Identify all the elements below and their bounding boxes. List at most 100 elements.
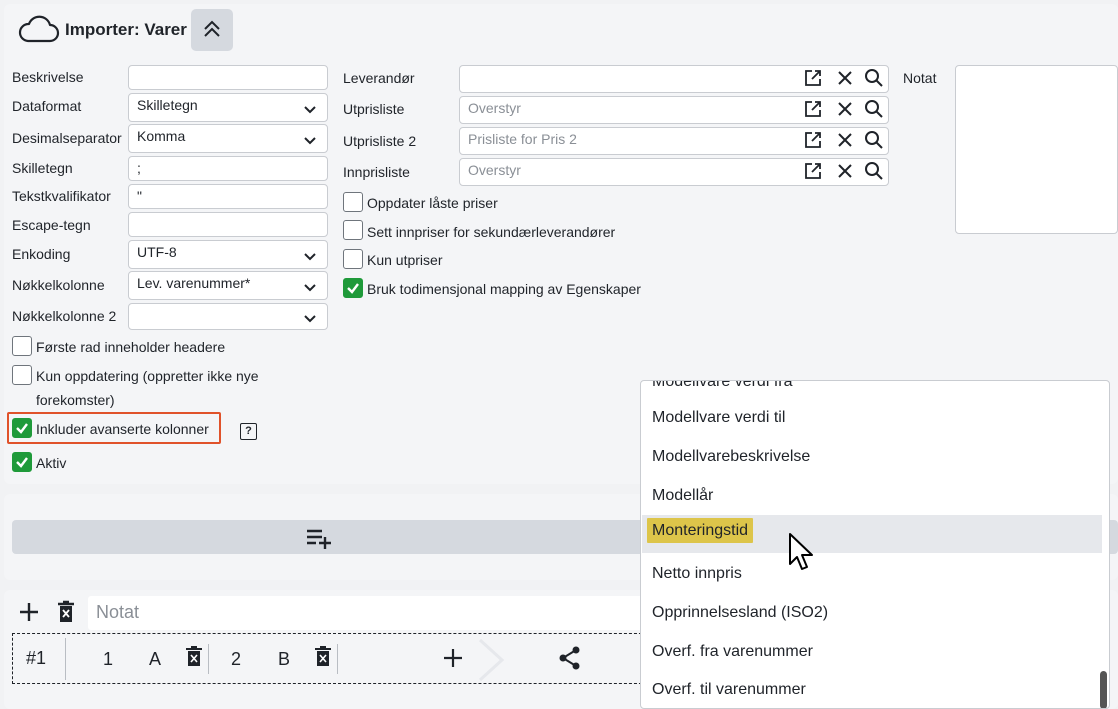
- clear-icon[interactable]: [835, 99, 855, 122]
- label-notat: Notat: [903, 70, 937, 86]
- utprisliste-2-placeholder: Prisliste for Pris 2: [468, 131, 577, 147]
- nokkelkolonne-2-select[interactable]: [128, 303, 328, 330]
- clear-icon[interactable]: [835, 161, 855, 184]
- kun-utpriser-label: Kun utpriser: [367, 252, 443, 268]
- page-title: Importer: Varer: [65, 20, 187, 39]
- search-icon[interactable]: [864, 68, 884, 91]
- open-external-icon[interactable]: [803, 99, 823, 122]
- dropdown-scrollbar[interactable]: [1100, 671, 1107, 708]
- utprisliste-lookup[interactable]: Overstyr: [459, 96, 889, 124]
- delete-col-icon[interactable]: [314, 646, 332, 671]
- label-nokkelkolonne-2: Nøkkelkolonne 2: [12, 308, 117, 324]
- todimensjonal-mapping-checkbox[interactable]: [343, 278, 363, 298]
- inkluder-avanserte-kolonner-label: Inkluder avanserte kolonner: [36, 421, 209, 437]
- label-tekstkvalifikator: Tekstkvalifikator: [12, 188, 111, 204]
- tekstkvalifikator-input[interactable]: ": [128, 184, 328, 209]
- arrow-separator-icon: [478, 638, 506, 685]
- dropdown-option[interactable]: Modellår: [652, 487, 713, 505]
- dropdown-option[interactable]: Modellvare verdi fra: [652, 381, 793, 391]
- dataformat-select[interactable]: Skilletegn: [128, 93, 328, 122]
- sett-innpriser-label: Sett innpriser for sekundærleverandører: [367, 224, 616, 240]
- forste-rad-headere-checkbox[interactable]: [12, 336, 32, 356]
- search-icon[interactable]: [864, 130, 884, 153]
- chevron-down-icon: [303, 133, 317, 149]
- help-icon: ?: [245, 425, 252, 437]
- label-utprisliste-2: Utprisliste 2: [343, 133, 417, 149]
- sett-innpriser-checkbox[interactable]: [343, 220, 363, 240]
- search-icon[interactable]: [864, 99, 884, 122]
- innprisliste-lookup[interactable]: Overstyr: [459, 158, 889, 186]
- share-icon[interactable]: [558, 646, 582, 673]
- enkoding-select[interactable]: UTF-8: [128, 240, 328, 269]
- label-leverandor: Leverandør: [343, 70, 415, 86]
- dropdown-option[interactable]: Modellvare verdi til: [652, 409, 785, 427]
- notat-textarea[interactable]: [955, 65, 1118, 234]
- skilletegn-input[interactable]: ;: [128, 156, 328, 181]
- oppdater-laste-priser-label: Oppdater låste priser: [367, 195, 498, 211]
- clear-icon[interactable]: [835, 68, 855, 91]
- chevron-down-icon: [303, 280, 317, 296]
- dropdown-option[interactable]: Opprinnelsesland (ISO2): [652, 604, 828, 622]
- chevron-down-icon: [303, 249, 317, 265]
- col-2-letter: B: [278, 649, 291, 669]
- label-beskrivelse: Beskrivelse: [12, 69, 84, 85]
- delete-col-icon[interactable]: [185, 646, 203, 671]
- add-col-icon[interactable]: [443, 648, 463, 671]
- oppdater-laste-priser-checkbox[interactable]: [343, 192, 363, 212]
- dropdown-option[interactable]: Modellvarebeskrivelse: [652, 448, 810, 466]
- inkluder-avanserte-kolonner-checkbox[interactable]: [12, 418, 32, 438]
- open-external-icon[interactable]: [803, 130, 823, 153]
- label-enkoding: Enkoding: [12, 246, 71, 262]
- divider: [337, 644, 338, 674]
- aktiv-checkbox[interactable]: [12, 452, 32, 472]
- escape-tegn-input[interactable]: [128, 212, 328, 237]
- column-dropdown-list[interactable]: Modellvare verdi fra Modellvare verdi ti…: [640, 380, 1110, 709]
- clear-icon[interactable]: [835, 130, 855, 153]
- label-skilletegn: Skilletegn: [12, 160, 73, 176]
- help-button[interactable]: ?: [240, 423, 257, 440]
- label-utprisliste: Utprisliste: [343, 101, 405, 117]
- search-icon[interactable]: [864, 161, 884, 184]
- dataformat-value: Skilletegn: [137, 97, 198, 113]
- chevron-down-icon: [303, 311, 317, 327]
- dropdown-option[interactable]: Overf. fra varenummer: [652, 643, 813, 661]
- innprisliste-placeholder: Overstyr: [468, 162, 521, 178]
- collapse-button[interactable]: [191, 9, 233, 51]
- cloud-icon: [18, 14, 60, 47]
- dropdown-option[interactable]: Overf. til varenummer: [652, 681, 806, 699]
- notat-bottom-placeholder: Notat: [96, 602, 140, 622]
- label-dataformat: Dataformat: [12, 98, 82, 114]
- label-nokkelkolonne: Nøkkelkolonne: [12, 277, 105, 293]
- forste-rad-headere-label: Første rad inneholder headere: [36, 339, 226, 355]
- kun-utpriser-checkbox[interactable]: [343, 249, 363, 269]
- col-2-num: 2: [231, 649, 242, 669]
- dropdown-option[interactable]: Netto innpris: [652, 565, 742, 583]
- desimalseparator-select[interactable]: Komma: [128, 124, 328, 153]
- nokkelkolonne-value: Lev. varenummer*: [137, 275, 251, 291]
- open-external-icon[interactable]: [803, 161, 823, 184]
- open-external-icon[interactable]: [803, 68, 823, 91]
- enkoding-value: UTF-8: [137, 244, 177, 260]
- kun-oppdatering-label-line1: Kun oppdatering (oppretter ikke nye: [36, 368, 259, 384]
- todimensjonal-mapping-label: Bruk todimensjonal mapping av Egenskaper: [367, 281, 641, 297]
- divider: [208, 644, 209, 674]
- notat-bottom-input[interactable]: Notat: [88, 596, 648, 630]
- delete-icon[interactable]: [56, 600, 76, 627]
- utprisliste-2-lookup[interactable]: Prisliste for Pris 2: [459, 127, 889, 155]
- col-1-letter: A: [149, 649, 162, 669]
- beskrivelse-input[interactable]: [128, 65, 328, 90]
- leverandor-lookup[interactable]: [459, 65, 889, 93]
- desimalseparator-value: Komma: [137, 128, 186, 144]
- chevron-double-up-icon: [202, 19, 222, 42]
- label-desimalseparator: Desimalseparator: [12, 130, 122, 146]
- dropdown-option-highlighted[interactable]: Monteringstid: [647, 518, 754, 543]
- chevron-down-icon: [303, 102, 317, 118]
- add-icon[interactable]: [18, 601, 40, 626]
- aktiv-label: Aktiv: [36, 455, 67, 471]
- nokkelkolonne-select[interactable]: Lev. varenummer*: [128, 271, 328, 300]
- kun-oppdatering-label-line2: forekomster): [36, 392, 115, 408]
- row-id: #1: [26, 648, 47, 668]
- utprisliste-placeholder: Overstyr: [468, 100, 521, 116]
- label-escape-tegn: Escape-tegn: [12, 217, 91, 233]
- kun-oppdatering-checkbox[interactable]: [12, 365, 32, 385]
